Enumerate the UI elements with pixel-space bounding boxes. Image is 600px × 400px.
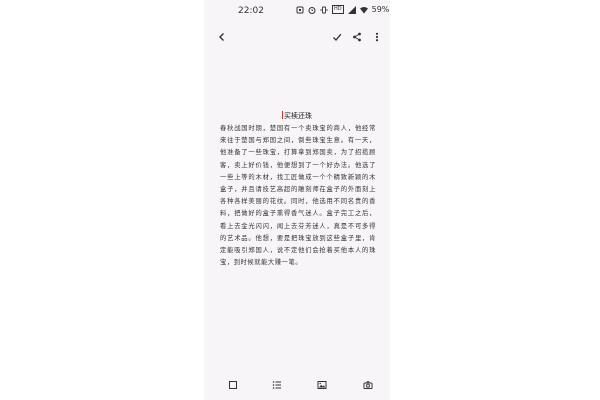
checkmark-icon[interactable] bbox=[330, 30, 344, 44]
status-icons: HD 59% bbox=[296, 5, 390, 14]
phone-screen: 22:02 HD 59% 买椟还珠 春秋战国时期，楚国有一个卖珠宝的商人，他经常… bbox=[204, 0, 390, 400]
bottom-toolbar bbox=[204, 374, 390, 396]
document-body[interactable]: 春秋战国时期，楚国有一个卖珠宝的商人，他经常来往于楚国与郑国之间，倒些珠宝生意。… bbox=[220, 123, 376, 269]
text-cursor bbox=[282, 111, 283, 119]
wifi-icon bbox=[359, 6, 368, 14]
signal-icon bbox=[347, 5, 356, 14]
notification-icon bbox=[296, 6, 304, 14]
back-arrow-icon[interactable] bbox=[215, 30, 229, 44]
document-title: 买椟还珠 bbox=[284, 112, 312, 120]
hd-icon: HD bbox=[332, 5, 344, 14]
more-vertical-icon[interactable] bbox=[370, 30, 384, 44]
camera-icon[interactable] bbox=[361, 378, 375, 392]
app-toolbar bbox=[204, 26, 390, 48]
share-icon[interactable] bbox=[350, 30, 364, 44]
vibrate-icon bbox=[320, 6, 328, 14]
status-bar: 22:02 HD 59% bbox=[204, 0, 390, 22]
document-title-area[interactable]: 买椟还珠 bbox=[204, 111, 390, 121]
status-time: 22:02 bbox=[238, 6, 264, 16]
alarm-icon bbox=[308, 6, 316, 14]
battery-text: 59% bbox=[371, 5, 390, 14]
bullet-list-icon[interactable] bbox=[270, 378, 284, 392]
checkbox-icon[interactable] bbox=[226, 378, 240, 392]
image-icon[interactable] bbox=[315, 378, 329, 392]
